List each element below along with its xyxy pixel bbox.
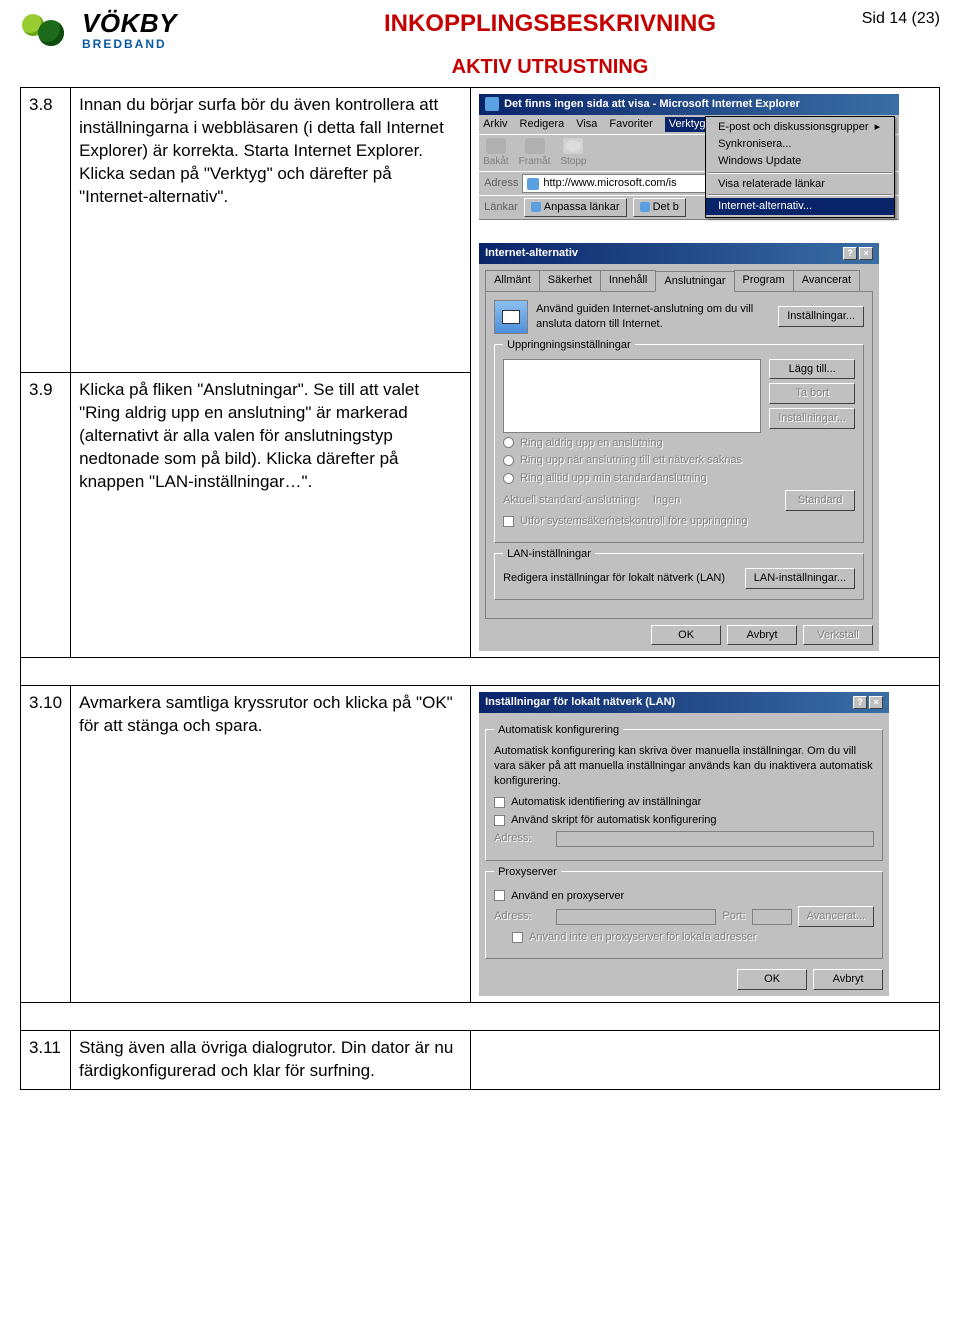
- check-system: Utför systemsäkerhetskontroll före uppri…: [503, 514, 855, 529]
- menu-item-update[interactable]: Windows Update: [706, 153, 894, 170]
- step-text: Stäng även alla övriga dialogrutor. Din …: [71, 1030, 471, 1089]
- menu-favoriter[interactable]: Favoriter: [609, 117, 652, 132]
- port-input: [752, 909, 792, 925]
- aktuell-value: Ingen: [653, 493, 681, 508]
- logo: VÖKBY BREDBAND: [20, 10, 280, 50]
- group-proxy: Proxyserver: [494, 865, 561, 880]
- ok-button[interactable]: OK: [737, 969, 807, 990]
- verktyg-menu: E-post och diskussionsgrupper ▸ Synkroni…: [705, 116, 895, 218]
- menu-item-related[interactable]: Visa relaterade länkar: [706, 176, 894, 193]
- verkstall-button: Verkställ: [803, 625, 873, 646]
- auto-desc: Automatisk konfigurering kan skriva över…: [494, 744, 874, 789]
- page-header: VÖKBY BREDBAND INKOPPLINGSBESKRIVNING AK…: [20, 10, 940, 79]
- tab-program[interactable]: Program: [734, 270, 794, 291]
- ie-title: Det finns ingen sida att visa - Microsof…: [504, 97, 800, 112]
- step-text: Avmarkera samtliga kryssrutor och klicka…: [71, 686, 471, 1002]
- dialog-titlebar: Inställningar för lokalt nätverk (LAN) ?…: [479, 692, 889, 713]
- step-number: 3.8: [21, 88, 71, 373]
- doc-subtitle: AKTIV UTRUSTNING: [280, 56, 820, 79]
- proxy-adress-label: Adress:: [494, 909, 550, 924]
- check-auto-script[interactable]: Använd skript för automatisk konfigureri…: [494, 813, 874, 828]
- back-button[interactable]: Bakåt: [483, 138, 509, 169]
- address-label: Adress: [484, 176, 518, 191]
- doc-title: INKOPPLINGSBESKRIVNING: [280, 10, 820, 38]
- logo-name: VÖKBY: [82, 10, 177, 36]
- tab-allmant[interactable]: Allmänt: [485, 270, 540, 291]
- internet-options-dialog: Internet-alternativ ? × Allmänt Säkerhet…: [479, 243, 879, 652]
- dialup-list[interactable]: [503, 359, 761, 433]
- tab-anslutningar[interactable]: Anslutningar: [655, 271, 734, 292]
- page-icon: [527, 178, 539, 190]
- check-bypass-local: Använd inte en proxyserver för lokala ad…: [512, 930, 874, 945]
- step-number: 3.9: [21, 373, 71, 658]
- standard-button: Standard: [785, 490, 855, 511]
- port-label: Port:: [722, 909, 745, 924]
- stop-button[interactable]: Stopp: [560, 138, 586, 169]
- aktuell-label: Aktuell standard-anslutning:: [503, 493, 639, 508]
- ok-button[interactable]: OK: [651, 625, 721, 646]
- ie-icon: [485, 97, 499, 111]
- close-icon[interactable]: ×: [859, 247, 873, 260]
- proxy-adress-input: [556, 909, 716, 925]
- screenshot-cell: Inställningar för lokalt nätverk (LAN) ?…: [471, 686, 940, 1002]
- group-auto: Automatisk konfigurering: [494, 723, 623, 738]
- screenshot-cell: Det finns ingen sida att visa - Microsof…: [471, 88, 940, 658]
- installningar2-button: Inställningar...: [769, 408, 855, 429]
- link-icon: [640, 202, 650, 212]
- logo-sub: BREDBAND: [82, 38, 177, 50]
- tab-innehall[interactable]: Innehåll: [600, 270, 657, 291]
- link-icon: [531, 202, 541, 212]
- ie-window: Det finns ingen sida att visa - Microsof…: [479, 94, 899, 233]
- check-use-proxy[interactable]: Använd en proxyserver: [494, 889, 874, 904]
- lan-text: Redigera inställningar för lokalt nätver…: [503, 571, 737, 586]
- links-label: Länkar: [484, 200, 518, 215]
- screenshot-cell: [471, 1030, 940, 1089]
- ta-bort-button: Ta bort: [769, 383, 855, 404]
- group-lan: LAN-inställningar: [503, 547, 595, 562]
- close-icon[interactable]: ×: [869, 696, 883, 709]
- menu-item-epost[interactable]: E-post och diskussionsgrupper ▸: [706, 119, 894, 136]
- step-number: 3.10: [21, 686, 71, 1002]
- ie-titlebar: Det finns ingen sida att visa - Microsof…: [479, 94, 899, 115]
- wizard-icon: [494, 300, 528, 334]
- dialog-titlebar: Internet-alternativ ? ×: [479, 243, 879, 264]
- dialog-title: Internet-alternativ: [485, 246, 578, 261]
- group-uppringning: Uppringningsinställningar: [503, 338, 635, 353]
- avancerat-button: Avancerat...: [798, 906, 875, 927]
- step-text: Klicka på fliken "Anslutningar". Se till…: [71, 373, 471, 658]
- tab-avancerat[interactable]: Avancerat: [793, 270, 860, 291]
- link-anpassa[interactable]: Anpassa länkar: [524, 198, 627, 217]
- installningar-button[interactable]: Inställningar...: [778, 306, 864, 327]
- logo-mark: [20, 12, 74, 48]
- link-det[interactable]: Det b: [633, 198, 686, 217]
- page-number: Sid 14 (23): [820, 10, 940, 28]
- step-number: 3.11: [21, 1030, 71, 1089]
- radio-saknas: Ring upp när anslutning till ett nätverk…: [503, 453, 855, 468]
- step-text: Innan du börjar surfa bör du även kontro…: [71, 88, 471, 373]
- radio-aldrig: Ring aldrig upp en anslutning: [503, 436, 855, 451]
- dialog-title: Inställningar för lokalt nätverk (LAN): [485, 695, 675, 710]
- menu-item-internet-alternativ[interactable]: Internet-alternativ...: [706, 198, 894, 215]
- lan-settings-dialog: Inställningar för lokalt nätverk (LAN) ?…: [479, 692, 889, 995]
- tab-sakerhet[interactable]: Säkerhet: [539, 270, 601, 291]
- lan-installningar-button[interactable]: LAN-inställningar...: [745, 568, 855, 589]
- forward-button[interactable]: Framåt: [519, 138, 551, 169]
- tab-strip: Allmänt Säkerhet Innehåll Anslutningar P…: [485, 270, 873, 292]
- lagg-till-button[interactable]: Lägg till...: [769, 359, 855, 380]
- check-auto-detect[interactable]: Automatisk identifiering av inställninga…: [494, 795, 874, 810]
- wizard-text: Använd guiden Internet-anslutning om du …: [536, 302, 770, 332]
- menu-redigera[interactable]: Redigera: [520, 117, 565, 132]
- avbryt-button[interactable]: Avbryt: [727, 625, 797, 646]
- help-icon[interactable]: ?: [843, 247, 857, 260]
- menu-visa[interactable]: Visa: [576, 117, 597, 132]
- help-icon[interactable]: ?: [853, 696, 867, 709]
- menu-item-synk[interactable]: Synkronisera...: [706, 136, 894, 153]
- radio-alltid: Ring alltid upp min standardanslutning: [503, 471, 855, 486]
- adress-label: Adress:: [494, 831, 550, 846]
- instruction-table: 3.8 Innan du börjar surfa bör du även ko…: [20, 87, 940, 1090]
- avbryt-button[interactable]: Avbryt: [813, 969, 883, 990]
- adress-input: [556, 831, 874, 847]
- menu-verktyg[interactable]: Verktyg: [665, 117, 710, 132]
- menu-arkiv[interactable]: Arkiv: [483, 117, 507, 132]
